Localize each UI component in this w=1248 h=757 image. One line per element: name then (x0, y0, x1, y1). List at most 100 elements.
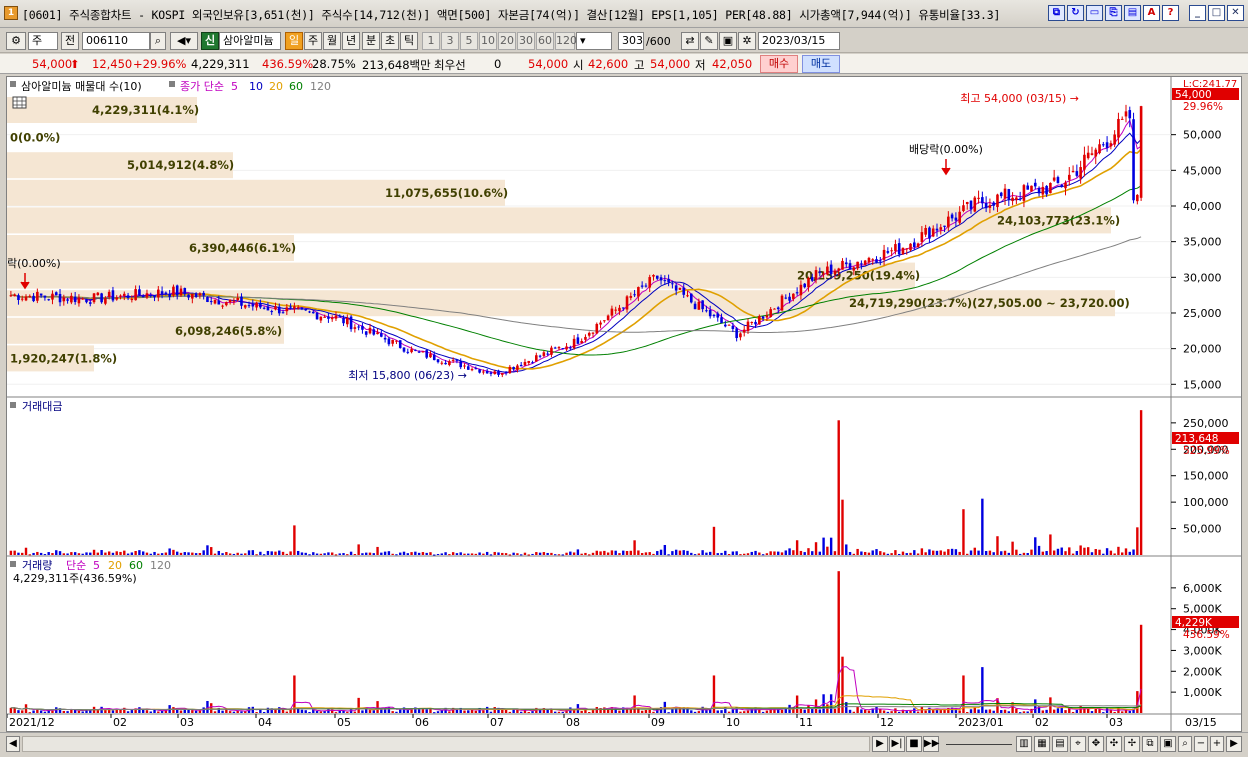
print-icon[interactable]: ▣ (1160, 736, 1176, 752)
market-select[interactable]: 주 (28, 32, 58, 50)
window-icon[interactable]: ▭ (1086, 5, 1103, 21)
candle-body (398, 340, 402, 348)
tab-year[interactable]: 년 (342, 32, 360, 50)
settings-icon[interactable]: ⚙ (6, 32, 26, 50)
amount-bar (13, 550, 16, 555)
tab-week[interactable]: 주 (304, 32, 322, 50)
amount-bar (414, 551, 417, 555)
interval-custom-input[interactable]: ▾ (576, 32, 612, 50)
count-input[interactable]: 303 (618, 32, 644, 50)
amount-bar (315, 553, 319, 555)
chart-svg[interactable]: 4,229,311(4.1%) 0(0.0%) 5,014,912(4.8%) 11,… (6, 77, 1241, 731)
volume-bar (172, 707, 175, 713)
interval-30[interactable]: 30 (517, 32, 535, 50)
amount-panel-icon[interactable] (10, 402, 16, 408)
candle-body (145, 293, 149, 298)
tab-minute[interactable]: 분 (362, 32, 380, 50)
save-icon[interactable]: ▣ (719, 32, 737, 50)
interval-20[interactable]: 20 (498, 32, 516, 50)
scroll-left-icon[interactable]: ◀ (6, 736, 20, 752)
candle-body (459, 361, 463, 368)
code-input[interactable]: 006110 (82, 32, 150, 50)
close-button[interactable]: ✕ (1227, 5, 1244, 21)
price-legend-name: 삼아알미늄 매물대 수(10) (21, 79, 142, 93)
amount-bar (795, 540, 799, 555)
end-icon[interactable]: ▶| (889, 736, 905, 752)
amount-bar (482, 553, 485, 555)
amount-bar (1045, 551, 1048, 555)
volume-bar (561, 712, 564, 714)
tab-second[interactable]: 초 (381, 32, 399, 50)
candle-body (1090, 153, 1094, 155)
link-icon[interactable]: ⧉ (1048, 5, 1065, 21)
tab-day[interactable]: 일 (285, 32, 303, 50)
cursor-icon[interactable]: ✥ (1088, 736, 1104, 752)
layout-2-icon[interactable]: ▦ (1034, 736, 1050, 752)
maximize-button[interactable]: □ (1208, 5, 1225, 21)
candle-body (470, 369, 474, 371)
gear-icon[interactable]: ✲ (738, 32, 756, 50)
zoom-in-icon[interactable]: + (1210, 736, 1224, 752)
fast-forward-icon[interactable]: ▶▶ (923, 736, 939, 752)
tab-month[interactable]: 월 (323, 32, 341, 50)
ma10-label: 10 (249, 80, 263, 93)
tool-icon[interactable]: ✎ (700, 32, 718, 50)
interval-10[interactable]: 10 (479, 32, 497, 50)
amount-bar (754, 550, 757, 555)
snapshot-icon[interactable]: ⧉ (1142, 736, 1158, 752)
minimize-button[interactable]: _ (1189, 5, 1206, 21)
amount-bar (606, 552, 610, 555)
candle-body (546, 353, 549, 355)
candle-body (361, 325, 364, 330)
amount-bar (531, 553, 534, 555)
copy-icon[interactable]: ⎘ (1105, 5, 1122, 21)
buy-button[interactable]: 매수 (760, 55, 798, 73)
volume-bar (179, 710, 183, 713)
interval-3[interactable]: 3 (441, 32, 459, 50)
candle-body (569, 347, 572, 349)
volume-panel-icon[interactable] (10, 561, 16, 567)
help-icon[interactable]: ? (1162, 5, 1179, 21)
date-input[interactable]: 2023/03/15 (758, 32, 840, 50)
tab-tick[interactable]: 틱 (400, 32, 418, 50)
table-icon[interactable] (12, 96, 27, 109)
stock-name[interactable]: 삼아알미늄 (219, 32, 281, 50)
prev-button[interactable]: 전 (61, 32, 79, 50)
zoom-search-icon[interactable]: ⌕ (1178, 736, 1192, 752)
font-icon[interactable]: A (1143, 5, 1160, 21)
volume-bar (126, 711, 130, 713)
pin-icon[interactable]: ▤ (1124, 5, 1141, 21)
refresh-icon[interactable]: ↻ (1067, 5, 1084, 21)
speaker-icon[interactable]: ◀▾ (170, 32, 198, 50)
candle-body (209, 301, 213, 303)
amount-bar (648, 552, 651, 555)
interval-120[interactable]: 120 (555, 32, 577, 50)
chart-area[interactable]: 4,229,311(4.1%) 0(0.0%) 5,014,912(4.8%) 11,… (6, 76, 1242, 732)
measure-icon[interactable]: ✣ (1106, 736, 1122, 752)
horizontal-scrollbar[interactable] (22, 736, 870, 752)
play-icon[interactable]: ▶ (872, 736, 888, 752)
layout-1-icon[interactable]: ▥ (1016, 736, 1032, 752)
panel-collapse-icon[interactable] (10, 81, 16, 87)
stop-icon[interactable]: ■ (906, 736, 922, 752)
draw-icon[interactable]: ✢ (1124, 736, 1140, 752)
candle-body (512, 367, 515, 370)
volume-bar (588, 712, 591, 714)
swap-icon[interactable]: ⇄ (681, 32, 699, 50)
amount-bar (629, 550, 633, 555)
zoom-slider[interactable] (946, 744, 1012, 745)
scroll-right-icon[interactable]: ▶ (1226, 736, 1242, 752)
amount-bar (187, 552, 190, 555)
zoom-out-icon[interactable]: − (1194, 736, 1208, 752)
interval-5[interactable]: 5 (460, 32, 478, 50)
search-icon[interactable]: ⌕ (150, 32, 166, 50)
amount-bar (228, 553, 232, 555)
interval-60[interactable]: 60 (536, 32, 554, 50)
interval-1[interactable]: 1 (422, 32, 440, 50)
sell-button[interactable]: 매도 (802, 55, 840, 73)
amount-bar (841, 499, 844, 555)
layout-3-icon[interactable]: ▤ (1052, 736, 1068, 752)
candle-body (606, 315, 610, 321)
crosshair-icon[interactable]: ⌖ (1070, 736, 1086, 752)
candle-body (565, 346, 568, 350)
